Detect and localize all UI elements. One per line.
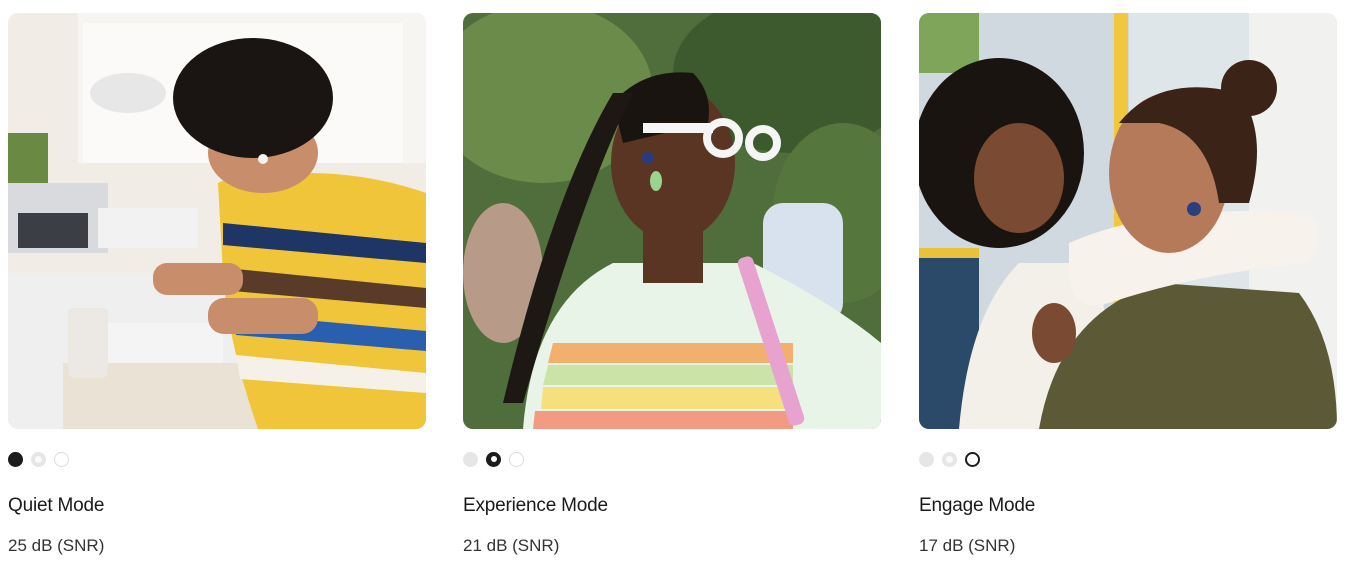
carousel-dot-3[interactable]: [965, 451, 980, 467]
two-friends-laughing-image: [919, 13, 1337, 429]
person-working-at-desk-image: [8, 13, 426, 429]
mode-spec: 25 dB (SNR): [8, 536, 105, 555]
carousel-dots: [919, 451, 980, 467]
mode-spec: 17 dB (SNR): [919, 536, 1016, 555]
carousel-dot-1[interactable]: [463, 451, 478, 467]
carousel-dot-2[interactable]: [31, 451, 46, 467]
mode-spec: 21 dB (SNR): [463, 536, 560, 555]
mode-title: Quiet Mode: [8, 495, 105, 516]
modes-carousel: Quiet Mode 25 dB (SNR) Experience Mode 2…: [8, 13, 1338, 573]
carousel-dot-3[interactable]: [509, 451, 524, 467]
mode-card-experience[interactable]: Experience Mode 21 dB (SNR): [463, 13, 881, 568]
mode-card-engage[interactable]: Engage Mode 17 dB (SNR): [919, 13, 1337, 568]
engage-mode-photo[interactable]: [919, 13, 1337, 429]
carousel-dot-2[interactable]: [486, 451, 501, 467]
carousel-dot-1[interactable]: [919, 451, 934, 467]
carousel-dots: [463, 451, 524, 467]
mode-card-quiet[interactable]: Quiet Mode 25 dB (SNR): [8, 13, 426, 568]
experience-mode-photo[interactable]: [463, 13, 881, 429]
mode-title: Experience Mode: [463, 495, 608, 516]
woman-with-braids-outdoors-image: [463, 13, 881, 429]
carousel-dot-2[interactable]: [942, 451, 957, 467]
carousel-dots: [8, 451, 69, 467]
mode-title: Engage Mode: [919, 495, 1036, 516]
carousel-dot-3[interactable]: [54, 451, 69, 467]
carousel-dot-1[interactable]: [8, 451, 23, 467]
quiet-mode-photo[interactable]: [8, 13, 426, 429]
